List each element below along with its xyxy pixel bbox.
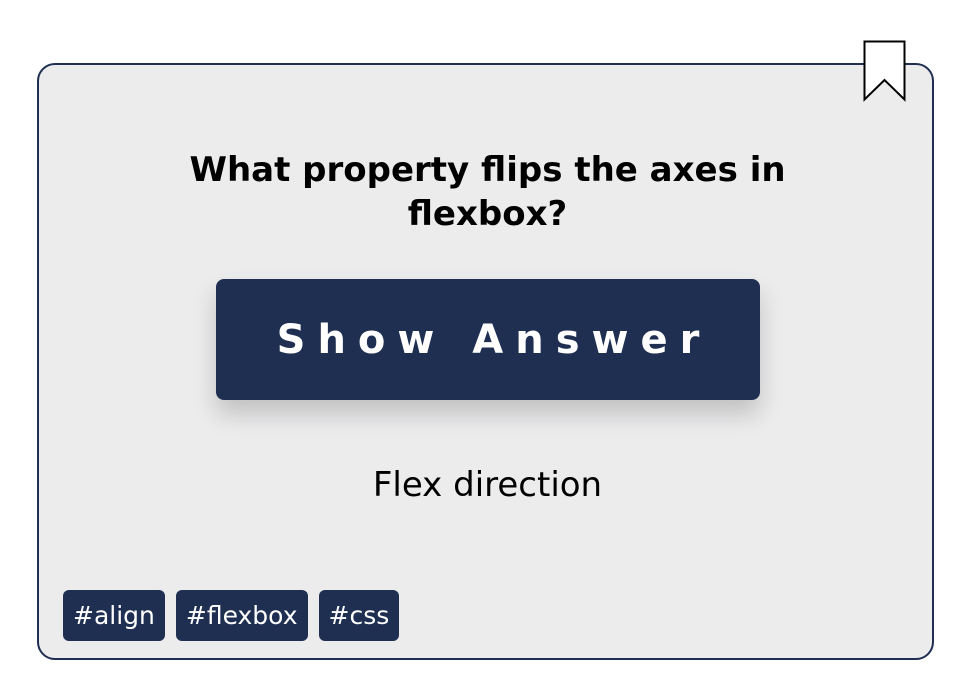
show-answer-button[interactable]: Show Answer: [216, 279, 760, 400]
tag-flexbox[interactable]: #flexbox: [175, 590, 308, 641]
tag-css[interactable]: #css: [318, 590, 400, 641]
flashcard: What property flips the axes in flexbox?…: [37, 63, 934, 660]
tag-list: #align #flexbox #css: [63, 590, 400, 641]
question-heading: What property flips the axes in flexbox?: [39, 148, 936, 236]
question-text: What property flips the axes in flexbox?: [189, 150, 786, 234]
bookmark-icon[interactable]: [863, 40, 906, 102]
tag-align[interactable]: #align: [63, 590, 165, 641]
answer-text: Flex direction: [372, 465, 603, 505]
